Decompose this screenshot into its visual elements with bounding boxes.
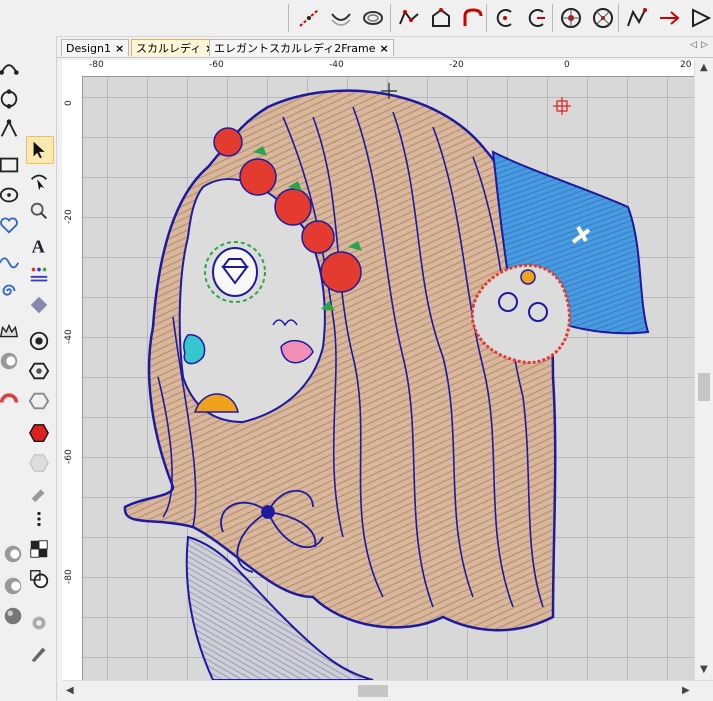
ruler-label: -80 [89, 60, 104, 70]
ruler-label: 0 [564, 60, 570, 70]
stamp-icon[interactable] [26, 566, 52, 592]
toolbar-separator [288, 4, 289, 32]
fill-tool-icon[interactable] [26, 480, 52, 506]
tab-scroll-left-icon[interactable]: ◁ [690, 40, 697, 50]
rectangle-icon[interactable] [0, 152, 22, 178]
text-icon[interactable]: A [26, 232, 52, 258]
ring-icon[interactable] [358, 3, 388, 33]
curve-icon[interactable] [326, 3, 356, 33]
polygon-icon[interactable] [394, 3, 424, 33]
left-toolbar-outer [0, 36, 22, 700]
tab-label: エレガントスカルレディ2Frame [214, 42, 376, 55]
toolbar-separator [486, 4, 487, 32]
tab-label: スカルレディ [136, 42, 202, 55]
letter-c-icon[interactable] [490, 3, 520, 33]
arrow-flag-icon[interactable] [654, 3, 684, 33]
ruler-label: 0 [64, 100, 74, 106]
ruler-label: -20 [64, 209, 74, 224]
pencil-icon[interactable] [26, 640, 52, 666]
triangle-flag-icon[interactable] [686, 3, 713, 33]
spiral-icon[interactable] [0, 278, 22, 304]
ruler-label: 20 [680, 60, 692, 70]
tab-scroll-right-icon[interactable]: ▷ [701, 40, 708, 50]
split-shape-icon[interactable] [0, 573, 26, 599]
red-hexagon-icon[interactable] [26, 420, 52, 446]
horizontal-scroll-thumb[interactable] [358, 685, 388, 697]
rotate-circle-icon[interactable] [588, 3, 618, 33]
toolbar-group-arcs [490, 3, 552, 33]
lips [183, 334, 206, 365]
document-tab-bar: Design1 × スカルレディ× エレガントスカルレディ2Frame × ◁ ▷ [57, 37, 713, 58]
house-shape-icon[interactable] [426, 3, 456, 33]
ruler-label: -20 [449, 60, 464, 70]
scroll-left-icon[interactable]: ◀ [66, 685, 74, 696]
pattern-fill-icon[interactable] [26, 536, 52, 562]
select-arrow-icon[interactable] [26, 136, 54, 164]
toolbar-group-misc [622, 3, 713, 33]
embroidery-design[interactable] [83, 77, 694, 680]
double-c-icon[interactable] [0, 541, 26, 567]
scroll-up-icon[interactable]: ▲ [700, 62, 708, 73]
toolbar-separator [390, 4, 391, 32]
horizontal-ruler: -80 -60 -40 -20 0 20 [82, 60, 694, 77]
split-c-icon[interactable] [522, 3, 552, 33]
scroll-down-icon[interactable]: ▼ [700, 664, 708, 675]
monogram-icon[interactable] [26, 262, 52, 288]
tab-skull-lady[interactable]: スカルレディ× [131, 39, 220, 56]
tab-elegant-skull-lady-frame[interactable]: エレガントスカルレディ2Frame × [209, 39, 394, 56]
node-ring-icon[interactable] [0, 86, 22, 112]
toolbar-separator [618, 4, 619, 32]
ruler-label: -40 [329, 60, 344, 70]
ruler-label: -40 [64, 329, 74, 344]
toolbar-group-rotate [556, 3, 618, 33]
origin-marker [553, 97, 571, 115]
heart-icon[interactable] [0, 212, 22, 238]
applique-icon[interactable] [26, 292, 52, 318]
shape-outline-icon[interactable] [26, 388, 52, 414]
reshape-line-icon[interactable] [294, 3, 324, 33]
tab-close-icon[interactable]: × [380, 42, 389, 55]
rounded-c-icon[interactable] [0, 348, 22, 374]
running-stitch-icon[interactable] [26, 506, 52, 532]
vertical-scroll-thumb[interactable] [698, 373, 710, 401]
horizontal-scrollbar[interactable]: ◀ ▶ [62, 680, 713, 701]
left-toolbar-inner: A [4, 36, 57, 700]
wave-icon[interactable] [0, 248, 22, 274]
circle-target-icon[interactable] [26, 328, 52, 354]
ruler-label: -80 [64, 569, 74, 584]
arch-icon[interactable] [458, 3, 488, 33]
toolbar-group-shapes [294, 3, 388, 33]
stitch-icon[interactable] [26, 198, 52, 224]
vertical-scrollbar[interactable]: ▲ ▼ [694, 60, 713, 680]
tab-design1[interactable]: Design1 × [61, 39, 130, 56]
crown-icon[interactable] [0, 318, 22, 344]
design-canvas[interactable] [83, 77, 694, 680]
pen-icon[interactable] [26, 610, 52, 636]
tab-close-icon[interactable]: × [115, 42, 124, 55]
toolbar [0, 0, 713, 37]
scroll-right-icon[interactable]: ▶ [682, 685, 690, 696]
rotate-star-icon[interactable] [556, 3, 586, 33]
fan-icon[interactable] [0, 384, 22, 410]
toolbar-separator [552, 4, 553, 32]
tab-label: Design1 [66, 42, 111, 55]
svg-text:A: A [32, 236, 46, 256]
node-triangle-icon[interactable] [0, 116, 22, 142]
edit-curve-icon[interactable] [26, 168, 52, 194]
zigzag-icon[interactable] [622, 3, 652, 33]
ruler-label: -60 [64, 449, 74, 464]
toolbar-group-nodes [394, 3, 488, 33]
ellipse-node-icon[interactable] [0, 182, 22, 208]
sphere-icon[interactable] [0, 603, 26, 629]
node-curve-icon[interactable] [0, 54, 22, 80]
ruler-label: -60 [209, 60, 224, 70]
vertical-ruler: 0 -20 -40 -60 -80 [62, 76, 83, 680]
gray-hexagon-icon[interactable] [26, 450, 52, 476]
hexagon-icon[interactable] [26, 358, 52, 384]
ruler-corner [62, 60, 83, 77]
